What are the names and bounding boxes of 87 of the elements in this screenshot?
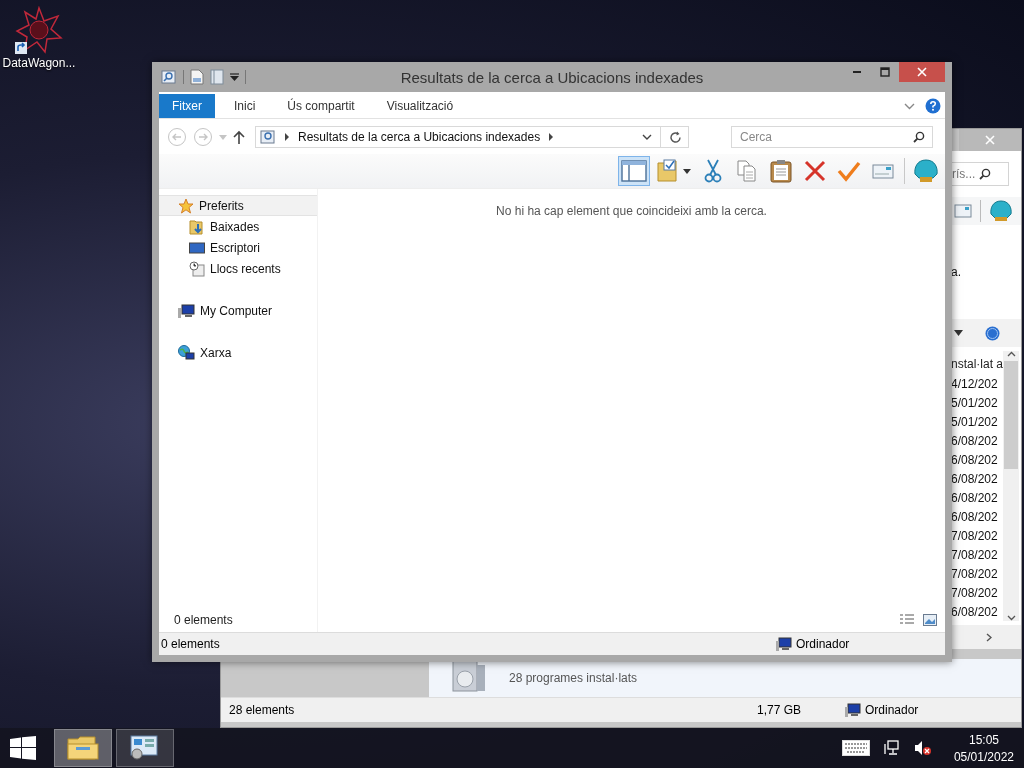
network-icon[interactable] <box>883 740 900 756</box>
scissors-icon <box>704 159 722 183</box>
summary-text: 28 programes instal·lats <box>509 671 638 685</box>
clock[interactable]: 15:05 05/01/2022 <box>953 732 1014 764</box>
nav-item[interactable]: Baixades <box>159 216 317 237</box>
item-count: 0 elements <box>174 613 233 627</box>
window-title: Resultats de la cerca a Ubicacions indexades <box>399 68 705 86</box>
help-icon[interactable] <box>925 98 941 114</box>
folder-icon <box>67 735 99 761</box>
date-cell-text: 6/08/202 <box>951 433 999 450</box>
maximize-icon <box>880 67 890 77</box>
ribbon-tab[interactable]: Ús compartit <box>274 94 368 118</box>
scroll-right-icon[interactable] <box>986 632 992 642</box>
download-folder-icon <box>189 218 205 235</box>
scroll-up-icon[interactable] <box>1006 351 1016 357</box>
shortcut-label[interactable]: DataWagon... <box>2 56 76 70</box>
control-panel-icon <box>129 735 161 761</box>
item-count: 28 elements <box>229 703 295 717</box>
location-text: Ordinador <box>865 703 919 717</box>
windows-logo-icon[interactable] <box>10 736 36 760</box>
star-logo-icon[interactable] <box>15 6 63 54</box>
description-text: a. <box>951 265 961 279</box>
date-cell-text: 7/08/202 <box>951 585 999 602</box>
expand-ribbon-icon[interactable] <box>904 102 915 110</box>
computer-icon <box>845 703 861 717</box>
up-arrow-icon[interactable] <box>233 130 245 144</box>
shell-icon[interactable] <box>989 200 1013 222</box>
details-view-icon[interactable] <box>899 614 915 626</box>
keyboard-icon[interactable] <box>841 740 870 756</box>
date-cell-text: 4/12/202 <box>951 376 999 393</box>
nav-item[interactable]: Xarxa <box>159 342 317 363</box>
nav-item[interactable]: My Computer <box>159 300 317 321</box>
date-cell-text: 6/08/202 <box>951 490 999 507</box>
clipboard-icon <box>770 159 792 183</box>
properties-icon[interactable] <box>190 69 204 85</box>
date-cell-text: 6/08/202 <box>951 471 999 488</box>
address-bar[interactable]: Resultats de la cerca a Ubicacions indexades <box>255 126 689 148</box>
date-cell-text: 6/08/202 <box>951 509 999 526</box>
preview-pane-button[interactable] <box>618 156 650 186</box>
star-icon <box>178 197 194 214</box>
computer-icon <box>178 302 195 319</box>
ribbon-tab[interactable]: Inici <box>221 94 269 118</box>
close-icon <box>985 135 995 145</box>
nav-item[interactable]: Preferits <box>159 195 317 216</box>
computer-icon <box>776 637 792 651</box>
checkmark-icon <box>837 160 861 182</box>
large-icons-view-icon[interactable] <box>923 614 937 626</box>
date-cell-text: 7/08/202 <box>951 547 999 564</box>
status-text: 0 elements <box>161 637 220 651</box>
dropdown-icon[interactable] <box>230 73 239 81</box>
location-text: Ordinador <box>796 637 850 651</box>
scrollbar[interactable] <box>1003 351 1019 621</box>
new-folder-icon[interactable] <box>210 69 224 85</box>
date-cell-text: 6/08/202 <box>951 604 999 621</box>
copy-icon <box>737 160 757 182</box>
date-cell-text: 5/01/202 <box>951 414 999 431</box>
globe-network-icon <box>178 344 195 361</box>
date-cell-text: 6/08/202 <box>951 452 999 469</box>
ribbon-tab[interactable]: Fitxer <box>159 94 215 118</box>
shell-icon <box>913 159 939 183</box>
search-icon[interactable] <box>913 131 925 143</box>
nav-item[interactable]: Escriptori <box>159 237 317 258</box>
preview-pane-icon <box>621 160 647 182</box>
help-icon[interactable] <box>985 325 1000 341</box>
card-icon[interactable] <box>954 203 972 219</box>
size-text: 1,77 GB <box>757 703 802 717</box>
close-icon <box>917 67 927 77</box>
date-cell-text: 7/08/202 <box>951 566 999 583</box>
search-icon <box>979 168 992 180</box>
minimize-icon <box>852 71 862 73</box>
muted-speaker-icon[interactable] <box>913 740 932 756</box>
folder-check-icon <box>656 159 692 183</box>
ribbon-tab[interactable]: Visualització <box>373 94 467 118</box>
caret-icon[interactable] <box>954 330 963 336</box>
empty-message: No hi ha cap element que coincideixi amb la cerca. <box>496 204 767 218</box>
date-cell-text: 5/01/202 <box>951 395 999 412</box>
desktop-icon <box>189 239 205 256</box>
search-folder-icon[interactable] <box>161 69 177 85</box>
card-icon <box>872 162 894 180</box>
scroll-down-icon[interactable] <box>1006 615 1016 621</box>
cross-icon <box>804 160 826 182</box>
control-panel-button[interactable] <box>116 729 174 767</box>
date-cell-text: 7/08/202 <box>951 528 999 545</box>
search-field[interactable]: Cerca <box>731 126 933 148</box>
nav-item[interactable]: Llocs recents <box>159 258 317 279</box>
recent-places-icon <box>189 260 205 277</box>
file-explorer-button[interactable] <box>54 729 112 767</box>
